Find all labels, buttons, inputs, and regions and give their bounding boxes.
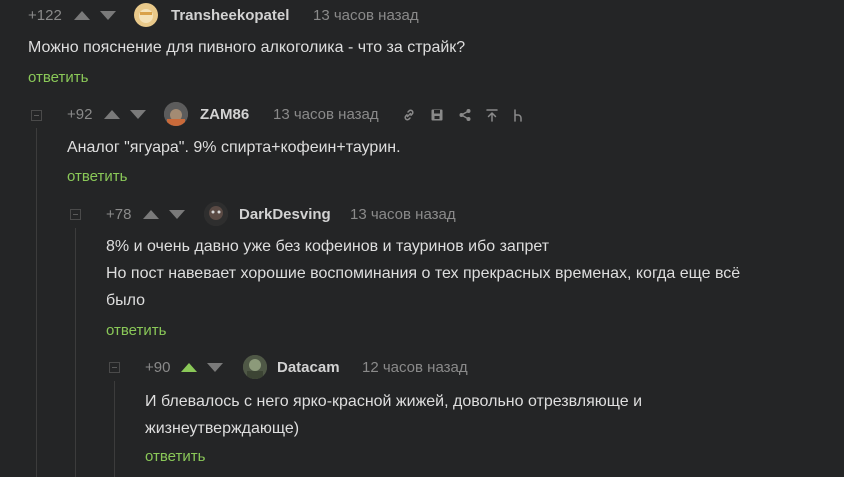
reply-button[interactable]: ответить	[28, 69, 88, 86]
collapse-button[interactable]	[109, 362, 120, 373]
reply-button[interactable]: ответить	[145, 448, 205, 465]
rating: +122	[28, 7, 62, 24]
downvote-icon[interactable]	[100, 11, 116, 20]
link-icon[interactable]	[402, 108, 416, 122]
reply-button[interactable]: ответить	[106, 322, 166, 339]
comment-text: Аналог "ягуара". 9% спирта+кофеин+таурин…	[67, 134, 401, 161]
comment-line: Но пост навевает хорошие воспоминания о …	[106, 265, 741, 282]
branch-icon[interactable]	[511, 108, 525, 122]
collapse-button[interactable]	[70, 209, 81, 220]
comment-line: было	[106, 292, 146, 309]
upvote-icon[interactable]	[143, 210, 159, 219]
comment-line: Аналог "ягуара". 9% спирта+кофеин+таурин…	[67, 139, 401, 156]
username[interactable]: Datacam	[277, 359, 340, 376]
avatar[interactable]	[164, 102, 188, 126]
avatar[interactable]	[243, 355, 267, 379]
avatar[interactable]	[134, 3, 158, 27]
timestamp[interactable]: 13 часов назад	[350, 206, 456, 223]
rating: +92	[67, 106, 93, 123]
username[interactable]: Transheekopatel	[171, 7, 289, 24]
username[interactable]: DarkDesving	[239, 206, 331, 223]
reply-button[interactable]: ответить	[67, 168, 127, 185]
comment-text: И блевалось с него ярко-красной жижей, д…	[145, 388, 642, 442]
scroll-up-icon[interactable]	[485, 108, 499, 122]
save-icon[interactable]	[430, 108, 444, 122]
timestamp[interactable]: 12 часов назад	[362, 359, 468, 376]
comment-line: 8% и очень давно уже без кофеинов и таур…	[106, 238, 550, 255]
share-icon[interactable]	[458, 108, 472, 122]
downvote-icon[interactable]	[130, 110, 146, 119]
comment-text: Можно пояснение для пивного алкоголика -…	[28, 34, 465, 61]
upvote-icon[interactable]	[74, 11, 90, 20]
comment-line: И блевалось с него ярко-красной жижей, д…	[145, 393, 643, 410]
timestamp[interactable]: 13 часов назад	[313, 7, 419, 24]
comment-text: 8% и очень давно уже без кофеинов и таур…	[106, 233, 740, 314]
comment-line: Можно пояснение для пивного алкоголика -…	[28, 39, 466, 56]
rating: +90	[145, 359, 171, 376]
upvote-icon[interactable]	[104, 110, 120, 119]
rating: +78	[106, 206, 132, 223]
timestamp[interactable]: 13 часов назад	[273, 106, 379, 123]
thread-line[interactable]	[75, 228, 76, 477]
downvote-icon[interactable]	[169, 210, 185, 219]
comment-line: жизнеутверждающе)	[145, 420, 300, 437]
thread-line[interactable]	[36, 128, 37, 477]
thread-line[interactable]	[114, 381, 115, 477]
collapse-button[interactable]	[31, 110, 42, 121]
avatar[interactable]	[204, 202, 228, 226]
downvote-icon[interactable]	[207, 363, 223, 372]
upvote-icon[interactable]	[181, 363, 197, 372]
username[interactable]: ZAM86	[200, 106, 249, 123]
